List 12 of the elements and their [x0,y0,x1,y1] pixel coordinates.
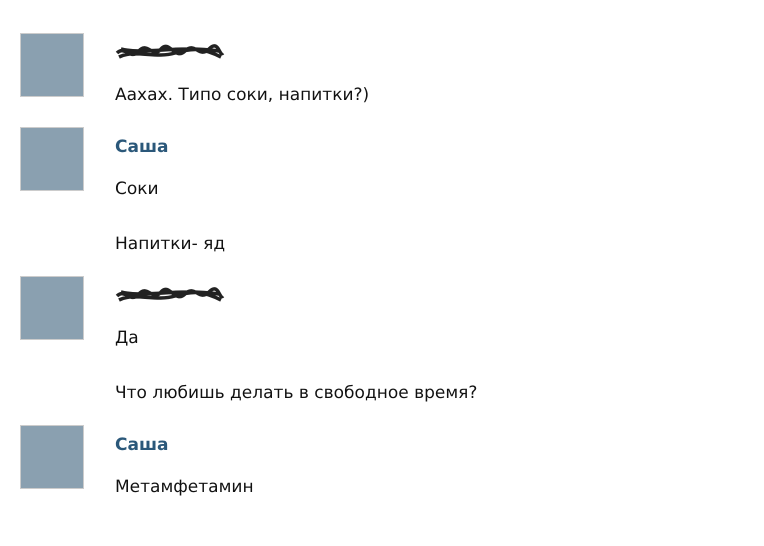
message-text: Метамфетамин [115,477,254,497]
message-text: Что любишь делать в свободное время? [115,383,478,403]
message-text: Да [115,328,140,348]
avatar-photo-placeholder [20,276,84,340]
sender-name[interactable]: Саша [115,435,168,455]
message-text: Соки [115,179,160,199]
message-text: Напитки- яд [115,234,226,254]
message-text: Аахах. Типо соки, напитки?) [115,85,370,105]
avatar-photo-placeholder [20,127,84,191]
avatar-photo-placeholder [20,425,84,489]
sender-name[interactable]: Саша [115,137,168,157]
avatar-photo-placeholder [20,33,84,97]
